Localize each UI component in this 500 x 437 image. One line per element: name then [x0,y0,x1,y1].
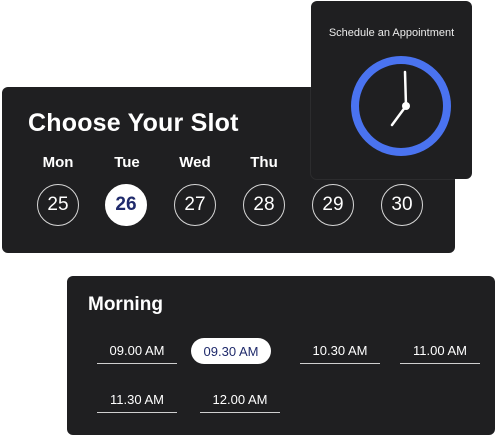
day-label-thu: Thu [250,154,278,171]
appointment-card: Schedule an Appointment [311,1,472,179]
slot-title: Choose Your Slot [28,109,239,137]
date-button-29[interactable]: 29 [312,184,354,226]
time-slot-0930[interactable]: 09.30 AM [191,338,271,364]
clock-center [402,102,410,110]
time-slot-1130[interactable]: 11.30 AM [97,387,177,413]
clock-minute-hand [403,70,408,108]
time-slot-1200[interactable]: 12.00 AM [200,387,280,413]
time-slot-0900[interactable]: 09.00 AM [97,338,177,364]
date-button-28[interactable]: 28 [243,184,285,226]
date-button-27[interactable]: 27 [174,184,216,226]
clock-ring [351,56,451,156]
clock-icon [351,56,451,156]
date-button-25[interactable]: 25 [37,184,79,226]
date-button-26[interactable]: 26 [105,184,147,226]
day-label-tue: Tue [114,154,140,171]
day-label-mon: Mon [42,154,74,171]
morning-title: Morning [88,294,163,315]
time-slot-1100[interactable]: 11.00 AM [400,338,480,364]
morning-card: Morning 09.00 AM 09.30 AM 10.30 AM 11.00… [67,276,495,435]
day-label-wed: Wed [179,154,211,171]
time-slot-1030[interactable]: 10.30 AM [300,338,380,364]
appointment-title: Schedule an Appointment [328,27,455,39]
date-button-30[interactable]: 30 [381,184,423,226]
